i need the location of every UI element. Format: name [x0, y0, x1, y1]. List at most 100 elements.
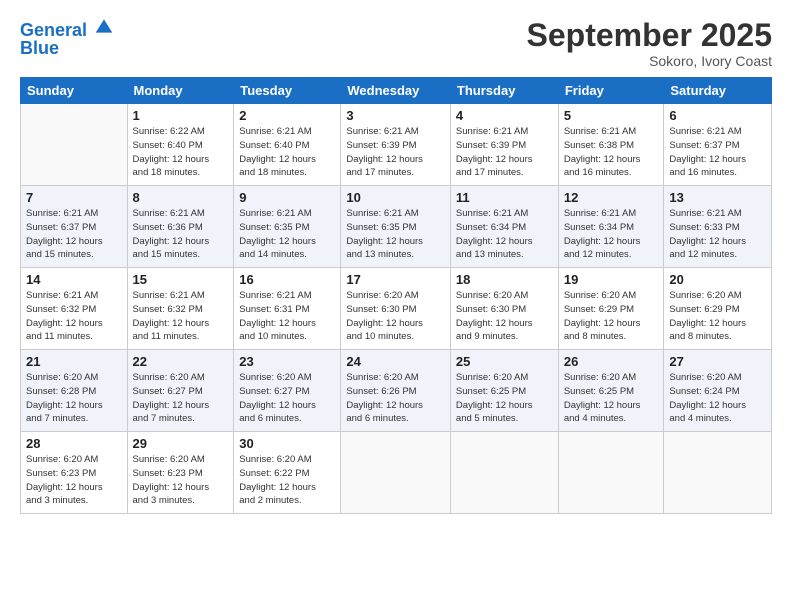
day-cell	[21, 104, 128, 186]
day-number: 17	[346, 272, 445, 287]
day-number: 20	[669, 272, 766, 287]
day-cell: 9 Sunrise: 6:21 AM Sunset: 6:35 PM Daylig…	[234, 186, 341, 268]
day-cell: 6 Sunrise: 6:21 AM Sunset: 6:37 PM Daylig…	[664, 104, 772, 186]
day-cell: 17 Sunrise: 6:20 AM Sunset: 6:30 PM Dayli…	[341, 268, 451, 350]
day-cell: 25 Sunrise: 6:20 AM Sunset: 6:25 PM Dayli…	[450, 350, 558, 432]
day-cell: 29 Sunrise: 6:20 AM Sunset: 6:23 PM Dayli…	[127, 432, 234, 514]
day-info: Sunrise: 6:20 AM Sunset: 6:27 PM Dayligh…	[133, 371, 229, 426]
day-info: Sunrise: 6:21 AM Sunset: 6:34 PM Dayligh…	[456, 207, 553, 262]
day-info: Sunrise: 6:21 AM Sunset: 6:37 PM Dayligh…	[26, 207, 122, 262]
day-number: 25	[456, 354, 553, 369]
header-row: SundayMondayTuesdayWednesdayThursdayFrid…	[21, 78, 772, 104]
day-info: Sunrise: 6:20 AM Sunset: 6:26 PM Dayligh…	[346, 371, 445, 426]
day-number: 15	[133, 272, 229, 287]
page: General Blue September 2025 Sokoro, Ivor…	[0, 0, 792, 612]
day-cell: 20 Sunrise: 6:20 AM Sunset: 6:29 PM Dayli…	[664, 268, 772, 350]
day-info: Sunrise: 6:20 AM Sunset: 6:25 PM Dayligh…	[456, 371, 553, 426]
day-number: 26	[564, 354, 659, 369]
day-info: Sunrise: 6:20 AM Sunset: 6:23 PM Dayligh…	[133, 453, 229, 508]
day-cell: 3Sunrise: 6:21 AM Sunset: 6:39 PM Daylig…	[341, 104, 451, 186]
day-cell: 14Sunrise: 6:21 AM Sunset: 6:32 PM Dayli…	[21, 268, 128, 350]
month-title: September 2025	[527, 18, 772, 53]
day-cell: 5 Sunrise: 6:21 AM Sunset: 6:38 PM Daylig…	[558, 104, 664, 186]
week-row-2: 7 Sunrise: 6:21 AM Sunset: 6:37 PM Daylig…	[21, 186, 772, 268]
day-info: Sunrise: 6:21 AM Sunset: 6:40 PM Dayligh…	[239, 125, 335, 180]
day-info: Sunrise: 6:20 AM Sunset: 6:28 PM Dayligh…	[26, 371, 122, 426]
day-info: Sunrise: 6:21 AM Sunset: 6:33 PM Dayligh…	[669, 207, 766, 262]
day-number: 9	[239, 190, 335, 205]
day-number: 27	[669, 354, 766, 369]
day-cell: 4Sunrise: 6:21 AM Sunset: 6:39 PM Daylig…	[450, 104, 558, 186]
day-number: 30	[239, 436, 335, 451]
day-cell: 1 Sunrise: 6:22 AM Sunset: 6:40 PM Daylig…	[127, 104, 234, 186]
day-number: 23	[239, 354, 335, 369]
day-info: Sunrise: 6:21 AM Sunset: 6:39 PM Dayligh…	[456, 125, 553, 180]
day-cell	[664, 432, 772, 514]
week-row-1: 1 Sunrise: 6:22 AM Sunset: 6:40 PM Daylig…	[21, 104, 772, 186]
day-info: Sunrise: 6:21 AM Sunset: 6:31 PM Dayligh…	[239, 289, 335, 344]
day-cell: 2 Sunrise: 6:21 AM Sunset: 6:40 PM Daylig…	[234, 104, 341, 186]
day-number: 13	[669, 190, 766, 205]
day-info: Sunrise: 6:21 AM Sunset: 6:38 PM Dayligh…	[564, 125, 659, 180]
day-info: Sunrise: 6:20 AM Sunset: 6:24 PM Dayligh…	[669, 371, 766, 426]
day-number: 24	[346, 354, 445, 369]
day-info: Sunrise: 6:20 AM Sunset: 6:27 PM Dayligh…	[239, 371, 335, 426]
day-info: Sunrise: 6:20 AM Sunset: 6:29 PM Dayligh…	[564, 289, 659, 344]
day-info: Sunrise: 6:20 AM Sunset: 6:29 PM Dayligh…	[669, 289, 766, 344]
calendar-table: SundayMondayTuesdayWednesdayThursdayFrid…	[20, 77, 772, 514]
day-cell: 7 Sunrise: 6:21 AM Sunset: 6:37 PM Daylig…	[21, 186, 128, 268]
day-info: Sunrise: 6:20 AM Sunset: 6:22 PM Dayligh…	[239, 453, 335, 508]
day-cell: 28 Sunrise: 6:20 AM Sunset: 6:23 PM Dayli…	[21, 432, 128, 514]
day-cell: 11 Sunrise: 6:21 AM Sunset: 6:34 PM Dayli…	[450, 186, 558, 268]
day-info: Sunrise: 6:21 AM Sunset: 6:35 PM Dayligh…	[346, 207, 445, 262]
header-day-monday: Monday	[127, 78, 234, 104]
day-number: 11	[456, 190, 553, 205]
day-info: Sunrise: 6:20 AM Sunset: 6:30 PM Dayligh…	[346, 289, 445, 344]
day-cell: 13 Sunrise: 6:21 AM Sunset: 6:33 PM Dayli…	[664, 186, 772, 268]
header-day-wednesday: Wednesday	[341, 78, 451, 104]
day-cell: 22 Sunrise: 6:20 AM Sunset: 6:27 PM Dayli…	[127, 350, 234, 432]
day-number: 7	[26, 190, 122, 205]
day-cell: 18Sunrise: 6:20 AM Sunset: 6:30 PM Dayli…	[450, 268, 558, 350]
day-cell: 10 Sunrise: 6:21 AM Sunset: 6:35 PM Dayli…	[341, 186, 451, 268]
day-cell: 15Sunrise: 6:21 AM Sunset: 6:32 PM Dayli…	[127, 268, 234, 350]
day-number: 8	[133, 190, 229, 205]
logo-icon	[94, 16, 114, 36]
day-number: 29	[133, 436, 229, 451]
day-cell: 23 Sunrise: 6:20 AM Sunset: 6:27 PM Dayli…	[234, 350, 341, 432]
day-number: 18	[456, 272, 553, 287]
header-day-friday: Friday	[558, 78, 664, 104]
day-number: 2	[239, 108, 335, 123]
day-cell	[558, 432, 664, 514]
day-info: Sunrise: 6:21 AM Sunset: 6:39 PM Dayligh…	[346, 125, 445, 180]
day-number: 22	[133, 354, 229, 369]
day-cell	[341, 432, 451, 514]
week-row-5: 28 Sunrise: 6:20 AM Sunset: 6:23 PM Dayli…	[21, 432, 772, 514]
day-cell: 12Sunrise: 6:21 AM Sunset: 6:34 PM Dayli…	[558, 186, 664, 268]
day-cell: 30 Sunrise: 6:20 AM Sunset: 6:22 PM Dayli…	[234, 432, 341, 514]
day-number: 19	[564, 272, 659, 287]
week-row-4: 21Sunrise: 6:20 AM Sunset: 6:28 PM Dayli…	[21, 350, 772, 432]
day-number: 1	[133, 108, 229, 123]
day-number: 28	[26, 436, 122, 451]
day-info: Sunrise: 6:22 AM Sunset: 6:40 PM Dayligh…	[133, 125, 229, 180]
header-day-saturday: Saturday	[664, 78, 772, 104]
header-day-tuesday: Tuesday	[234, 78, 341, 104]
day-cell: 8Sunrise: 6:21 AM Sunset: 6:36 PM Daylig…	[127, 186, 234, 268]
day-number: 5	[564, 108, 659, 123]
day-cell: 27 Sunrise: 6:20 AM Sunset: 6:24 PM Dayli…	[664, 350, 772, 432]
logo-blue: Blue	[20, 39, 114, 59]
day-info: Sunrise: 6:20 AM Sunset: 6:23 PM Dayligh…	[26, 453, 122, 508]
day-number: 16	[239, 272, 335, 287]
header-day-thursday: Thursday	[450, 78, 558, 104]
day-info: Sunrise: 6:21 AM Sunset: 6:37 PM Dayligh…	[669, 125, 766, 180]
day-info: Sunrise: 6:21 AM Sunset: 6:35 PM Dayligh…	[239, 207, 335, 262]
day-number: 10	[346, 190, 445, 205]
header: General Blue September 2025 Sokoro, Ivor…	[20, 18, 772, 69]
day-cell: 24 Sunrise: 6:20 AM Sunset: 6:26 PM Dayli…	[341, 350, 451, 432]
day-number: 14	[26, 272, 122, 287]
title-block: September 2025 Sokoro, Ivory Coast	[527, 18, 772, 69]
day-cell: 21Sunrise: 6:20 AM Sunset: 6:28 PM Dayli…	[21, 350, 128, 432]
logo: General Blue	[20, 18, 114, 59]
day-number: 6	[669, 108, 766, 123]
